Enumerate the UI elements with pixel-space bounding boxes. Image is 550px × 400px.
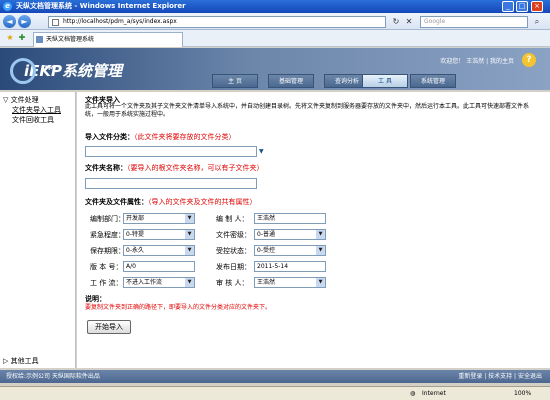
search-input[interactable]: Google [420, 16, 528, 28]
sidebar-group-other-tools[interactable]: ▷ 其他工具 [3, 356, 39, 366]
urgency-select[interactable]: 0-特提 ▼ [123, 229, 195, 240]
page-icon [52, 19, 59, 26]
chevron-down-icon: ▼ [185, 230, 194, 239]
internet-zone-icon: ◍ [410, 390, 416, 397]
address-bar[interactable]: http://localhost/pdm_a/sys/index.aspx [48, 16, 386, 28]
author-input[interactable]: 王浩然 [254, 213, 326, 224]
secret-select[interactable]: 0-普通 ▼ [254, 229, 326, 240]
attributes-hint: （导入的文件夹及文件的共有属性） [148, 198, 257, 206]
version-input[interactable]: A/0 [123, 261, 195, 272]
tab-tools[interactable]: 工 具 [362, 74, 408, 88]
chevron-down-icon: ▼ [316, 278, 325, 287]
browser-tab[interactable]: 天纵文档管理系统 [33, 32, 183, 47]
minimize-button[interactable]: _ [502, 1, 514, 12]
category-hint: （此文件夹将要存放的文件分类） [134, 133, 236, 141]
tab-home[interactable]: 主 页 [212, 74, 258, 88]
category-label: 导入文件分类：（此文件夹将要存放的文件分类） [85, 132, 236, 142]
favorites-star-icon[interactable]: ★ [4, 32, 16, 44]
window-titlebar: e 天纵文档管理系统 - Windows Internet Explorer [0, 0, 550, 13]
forward-icon[interactable]: ► [18, 15, 31, 28]
dept-select[interactable]: 开发部 ▼ [123, 213, 195, 224]
logo-text: iEKP系统管理 [24, 62, 123, 80]
approver-label: 审 核 人： [216, 279, 249, 287]
sidebar-item-file-recycle[interactable]: 文件回收工具 [12, 115, 54, 125]
maximize-button[interactable]: □ [516, 1, 528, 12]
logo-ring-icon [10, 58, 36, 84]
ctrl-select[interactable]: 0-受控 ▼ [254, 245, 326, 256]
date-label: 发布日期： [216, 263, 251, 271]
footer-license: 授权给:示例公司 天纵国际软件出品 [6, 373, 100, 380]
folder-name-label-text: 文件夹名称： [85, 164, 127, 172]
tab-title: 天纵文档管理系统 [46, 36, 95, 43]
folder-name-input[interactable] [85, 178, 257, 189]
page-description: 此工具可将一个文件夹及其子文件夹文件清单导入系统中，并自动创建目录树。先将文件夹… [85, 103, 530, 118]
browser-navbar: ◄ ► http://localhost/pdm_a/sys/index.asp… [0, 13, 550, 30]
refresh-icon[interactable]: ↻ [390, 16, 402, 28]
secret-value: 0-普通 [257, 231, 275, 238]
my-homepage-link[interactable]: | 我的主页 [486, 58, 514, 65]
ie-icon: e [3, 2, 12, 11]
status-zoom[interactable]: 100% [514, 387, 531, 400]
flow-label: 工 作 流： [90, 279, 123, 287]
author-label: 编 制 人： [216, 215, 249, 223]
app-logo: TM iEKP系统管理 [10, 56, 160, 86]
keep-select[interactable]: 0-永久 ▼ [123, 245, 195, 256]
chevron-down-icon: ▼ [185, 246, 194, 255]
keep-label: 保存期限： [90, 247, 125, 255]
close-button[interactable]: × [531, 1, 543, 12]
search-icon[interactable]: ⌕ [531, 16, 543, 28]
secret-label: 文件密级： [216, 231, 251, 239]
folder-name-hint: （要导入的根文件夹名称，可以有子文件夹） [127, 164, 264, 172]
dept-label: 编制部门： [90, 215, 125, 223]
attributes-label: 文件夹及文件属性：（导入的文件夹及文件的共有属性） [85, 197, 257, 207]
approver-value: 王浩然 [257, 279, 276, 286]
category-label-text: 导入文件分类： [85, 133, 134, 141]
flow-select[interactable]: 不进入工作流 ▼ [123, 277, 195, 288]
ctrl-label: 受控状态： [216, 247, 251, 255]
dept-value: 开发部 [126, 215, 145, 222]
start-import-button[interactable]: 开始导入 [87, 320, 131, 334]
version-label: 版 本 号： [90, 263, 123, 271]
chevron-down-icon: ▼ [185, 214, 194, 223]
welcome-user: 欢迎您！ 王浩然 [440, 58, 485, 65]
chevron-down-icon: ▼ [316, 246, 325, 255]
app-footer: 授权给:示例公司 天纵国际软件出品 重新登录 | 技术支持 | 安全退出 [0, 370, 550, 383]
back-icon[interactable]: ◄ [3, 15, 16, 28]
ctrl-value: 0-受控 [257, 247, 275, 254]
chevron-down-icon: ▼ [316, 230, 325, 239]
folder-name-label: 文件夹名称：（要导入的根文件夹名称，可以有子文件夹） [85, 163, 264, 173]
urgency-label: 紧急程度： [90, 231, 125, 239]
user-bar: 欢迎您！ 王浩然 | 我的主页 [440, 56, 514, 65]
tab-system-management[interactable]: 系统管理 [410, 74, 456, 88]
category-input[interactable] [85, 146, 257, 157]
sidebar-item-folder-import[interactable]: 文件夹导入工具 [12, 105, 61, 115]
stop-icon[interactable]: ✕ [403, 16, 415, 28]
footer-links[interactable]: 重新登录 | 技术支持 | 安全退出 [458, 370, 542, 383]
keep-value: 0-永久 [126, 247, 144, 254]
add-favorite-icon[interactable]: ✚ [16, 32, 28, 44]
date-input[interactable]: 2011-5-14 [254, 261, 326, 272]
sidebar-group-file-processing[interactable]: ▽ 文件处理 [3, 95, 39, 105]
note-text: 要复制文件夹到正确的路径下，即要导入的文件分类对应的文件夹下。 [85, 304, 272, 311]
window-title: 天纵文档管理系统 - Windows Internet Explorer [16, 2, 186, 10]
chevron-down-icon: ▼ [185, 278, 194, 287]
sidebar: ▽ 文件处理 文件夹导入工具 文件回收工具 ▷ 其他工具 [0, 92, 76, 368]
category-dropdown-icon[interactable]: ▼ [259, 148, 264, 155]
logo-tm: TM [44, 65, 55, 72]
tab-page-icon [36, 36, 43, 43]
browser-status-bar: ◍ Internet 100% [0, 386, 550, 400]
tab-basic-management[interactable]: 基础管理 [268, 74, 314, 88]
flow-value: 不进入工作流 [126, 279, 163, 286]
status-zone: Internet [422, 390, 446, 397]
urgency-value: 0-特提 [126, 231, 144, 238]
attributes-label-text: 文件夹及文件属性： [85, 198, 148, 206]
help-icon[interactable]: ? [522, 53, 536, 67]
address-url: http://localhost/pdm_a/sys/index.aspx [63, 18, 177, 25]
approver-select[interactable]: 王浩然 ▼ [254, 277, 326, 288]
